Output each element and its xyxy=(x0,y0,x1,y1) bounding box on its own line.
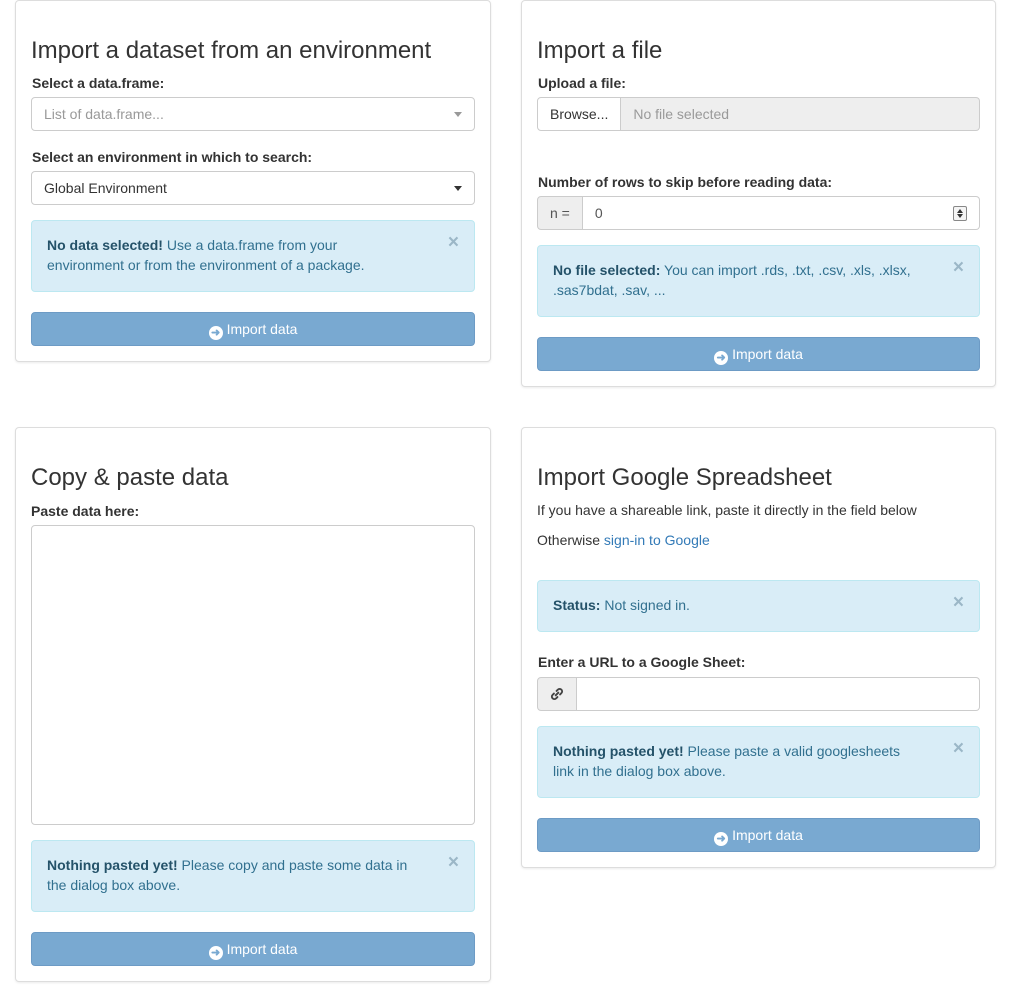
environment-value: Global Environment xyxy=(44,180,167,196)
environment-select[interactable]: Global Environment xyxy=(31,171,475,205)
alert-strong: Nothing pasted yet! xyxy=(47,857,178,873)
import-data-button[interactable]: ➜ Import data xyxy=(31,932,475,966)
n-addon: n = xyxy=(537,196,583,230)
alert-text: the dialog box above. xyxy=(47,877,181,893)
close-icon[interactable]: × xyxy=(953,739,964,759)
status-strong: Status: xyxy=(553,597,601,613)
file-name-field[interactable]: No file selected xyxy=(621,97,980,131)
panel-title: Copy & paste data xyxy=(31,464,229,491)
otherwise-text: Otherwise xyxy=(537,532,604,548)
alert-strong: No data selected! xyxy=(47,237,163,253)
import-file-panel: Import a file Upload a file: Browse... N… xyxy=(521,0,996,387)
nothing-pasted-alert: Nothing pasted yet! Please paste a valid… xyxy=(537,726,980,798)
alert-text: .sas7bdat, .sav, ... xyxy=(553,282,666,298)
link-icon xyxy=(537,677,577,711)
arrow-circle-right-icon: ➜ xyxy=(714,351,729,365)
status-text: Not signed in. xyxy=(600,597,690,613)
environment-label: Select an environment in which to search… xyxy=(32,149,313,165)
close-icon[interactable]: × xyxy=(953,593,964,613)
dataframe-placeholder: List of data.frame... xyxy=(44,106,164,122)
alert-strong: Nothing pasted yet! xyxy=(553,743,684,759)
file-upload-group: Browse... No file selected xyxy=(537,97,980,131)
shareable-link-hint: If you have a shareable link, paste it d… xyxy=(537,502,917,518)
no-file-alert: No file selected: You can import .rds, .… xyxy=(537,245,980,317)
import-data-button[interactable]: ➜ Import data xyxy=(537,818,980,852)
alert-strong: No file selected: xyxy=(553,262,661,278)
alert-text: Use a data.frame from your xyxy=(162,237,338,253)
panel-title: Import a file xyxy=(537,37,663,64)
import-data-button[interactable]: ➜ Import data xyxy=(31,312,475,346)
caret-down-icon xyxy=(454,186,462,191)
alert-text: Please copy and paste some data in xyxy=(177,857,408,873)
upload-label: Upload a file: xyxy=(538,75,626,91)
import-data-button[interactable]: ➜ Import data xyxy=(537,337,980,371)
skip-rows-input[interactable]: 0 xyxy=(582,196,980,230)
number-spinner-icon[interactable] xyxy=(953,206,967,221)
status-alert: Status: Not signed in. × xyxy=(537,580,980,632)
browse-button[interactable]: Browse... xyxy=(537,97,622,131)
signin-row: Otherwise sign-in to Google xyxy=(537,531,710,549)
close-icon[interactable]: × xyxy=(448,233,459,253)
signin-link[interactable]: sign-in to Google xyxy=(604,532,710,548)
alert-text: Please paste a valid googlesheets xyxy=(683,743,901,759)
import-label: Import data xyxy=(732,827,803,843)
url-label: Enter a URL to a Google Sheet: xyxy=(538,654,746,670)
arrow-circle-right-icon: ➜ xyxy=(208,946,223,960)
google-sheet-panel: Import Google Spreadsheet If you have a … xyxy=(521,427,996,868)
url-input-group xyxy=(537,677,980,711)
dataframe-select[interactable]: List of data.frame... xyxy=(31,97,475,131)
arrow-circle-right-icon: ➜ xyxy=(208,326,223,340)
arrow-circle-right-icon: ➜ xyxy=(714,832,729,846)
import-label: Import data xyxy=(226,321,298,337)
paste-textarea[interactable] xyxy=(31,525,475,825)
close-icon[interactable]: × xyxy=(953,258,964,278)
skip-rows-group: n = 0 xyxy=(537,196,980,230)
alert-text: link in the dialog box above. xyxy=(553,763,726,779)
skip-rows-label: Number of rows to skip before reading da… xyxy=(538,174,833,190)
url-input[interactable] xyxy=(577,677,980,711)
caret-down-icon xyxy=(454,112,462,117)
close-icon[interactable]: × xyxy=(448,853,459,873)
alert-text: You can import .rds, .txt, .csv, .xls, .… xyxy=(660,262,911,278)
import-label: Import data xyxy=(732,346,803,362)
nothing-pasted-alert: Nothing pasted yet! Please copy and past… xyxy=(31,840,475,912)
skip-rows-value: 0 xyxy=(594,205,603,221)
alert-text: environment or from the environment of a… xyxy=(47,257,365,273)
dataframe-label: Select a data.frame: xyxy=(32,75,165,91)
import-environment-panel: Import a dataset from an environment Sel… xyxy=(15,0,491,362)
import-label: Import data xyxy=(226,941,298,957)
panel-title: Import a dataset from an environment xyxy=(31,37,432,64)
no-data-alert: No data selected! Use a data.frame from … xyxy=(31,220,475,292)
paste-label: Paste data here: xyxy=(31,503,140,519)
panel-title: Import Google Spreadsheet xyxy=(537,464,832,491)
copy-paste-panel: Copy & paste data Paste data here: Nothi… xyxy=(15,427,491,982)
